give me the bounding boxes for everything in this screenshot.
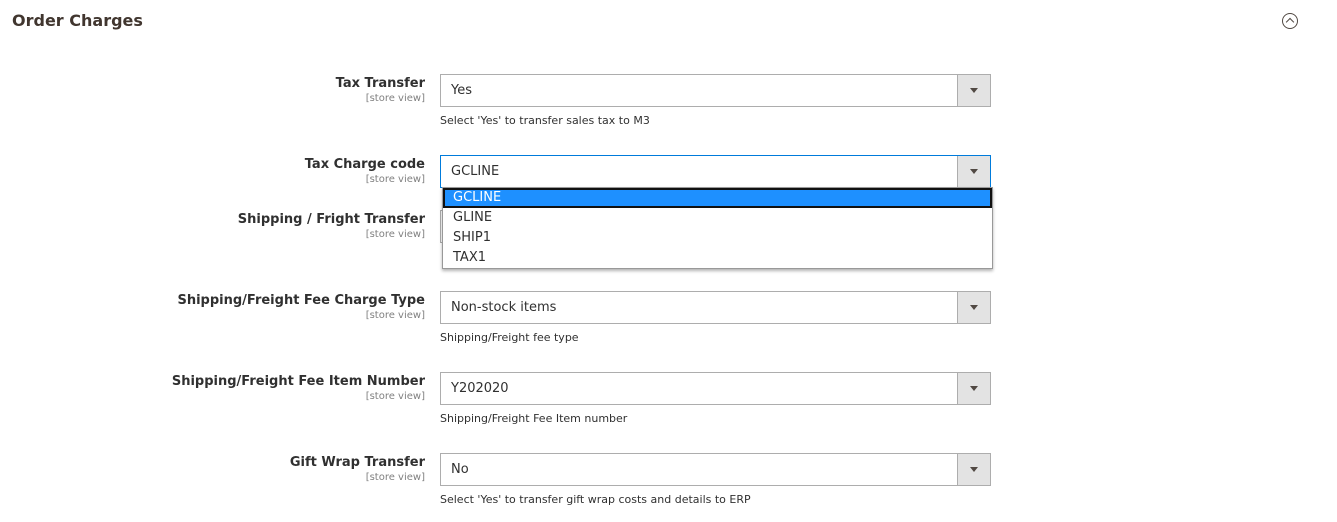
field-scope: [store view] [365,472,425,483]
fee-charge-type-select[interactable]: Non-stock items [440,291,991,324]
field-note: Select 'Yes' to transfer gift wrap costs… [440,493,751,506]
gift-wrap-transfer-select[interactable]: No [440,453,991,486]
field-label: Gift Wrap Transfer [289,455,425,470]
option-gcline[interactable]: GCLINE [443,188,992,208]
tax-charge-code-select[interactable]: GCLINE [440,155,991,188]
field-note: Shipping/Freight Fee Item number [440,412,628,425]
dropdown-arrow-icon[interactable] [957,75,990,106]
field-scope: [store view] [365,391,425,402]
select-value: No [451,462,469,477]
select-value: Yes [451,83,472,98]
field-label: Shipping/Freight Fee Item Number [171,374,425,389]
field-label: Shipping / Fright Transfer [237,212,425,227]
field-label: Tax Transfer [335,76,425,91]
dropdown-arrow-icon[interactable] [957,156,990,187]
option-tax1[interactable]: TAX1 [443,248,992,268]
field-scope: [store view] [365,310,425,321]
fee-item-number-select[interactable]: Y202020 [440,372,991,405]
dropdown-arrow-icon[interactable] [957,454,990,485]
section-title: Order Charges [12,11,143,30]
chevron-up-circle-icon[interactable] [1282,13,1298,29]
select-value: Non-stock items [451,300,557,315]
select-value: Y202020 [451,381,509,396]
option-gline[interactable]: GLINE [443,208,992,228]
dropdown-arrow-icon[interactable] [957,292,990,323]
field-scope: [store view] [365,229,425,240]
field-label: Tax Charge code [304,157,425,172]
select-value: GCLINE [451,164,500,179]
field-scope: [store view] [365,93,425,104]
tax-charge-code-options: GCLINE GLINE SHIP1 TAX1 [442,187,993,269]
dropdown-arrow-icon[interactable] [957,373,990,404]
option-ship1[interactable]: SHIP1 [443,228,992,248]
field-note: Select 'Yes' to transfer sales tax to M3 [440,114,650,127]
field-label: Shipping/Freight Fee Charge Type [177,293,425,308]
field-note: Shipping/Freight fee type [440,331,579,344]
tax-transfer-select[interactable]: Yes [440,74,991,107]
field-scope: [store view] [365,174,425,185]
